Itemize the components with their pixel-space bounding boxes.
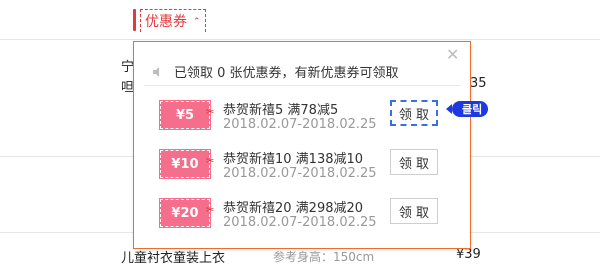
coupon-item: ¥5 ✂ 恭贺新禧5 满78减5 2018.02.07-2018.02.25 领… — [160, 97, 460, 141]
claim-button[interactable]: 领 取 — [390, 198, 438, 224]
popup-divider — [144, 85, 460, 86]
coupon-amount-tag: ¥5 — [160, 101, 210, 129]
coupon-title: 恭贺新禧10 满138减10 — [223, 152, 364, 167]
scissors-icon: ✂ — [206, 156, 215, 167]
bg-divider-top — [0, 39, 600, 40]
coupon-trigger[interactable]: 优惠券 ⌃ — [133, 8, 206, 32]
click-badge: 클릭 — [445, 101, 489, 117]
bg-product-height: 参考身高：150cm — [273, 250, 375, 264]
chevron-up-icon: ⌃ — [193, 16, 201, 27]
bg-product-name[interactable]: 儿童衬衣童装上衣 — [121, 247, 225, 266]
coupon-popup: ✕ 已领取 0 张优惠券，有新优惠券可领取 ¥5 ✂ 恭贺新禧5 满78减5 2… — [133, 41, 471, 249]
claim-button[interactable]: 领 取 — [390, 149, 438, 175]
coupon-dates: 2018.02.07-2018.02.25 — [223, 215, 377, 230]
coupon-dates: 2018.02.07-2018.02.25 — [223, 166, 377, 181]
coupon-dropdown-button[interactable]: 优惠券 ⌃ — [140, 8, 206, 32]
scissors-icon: ✂ — [206, 205, 215, 216]
coupon-item: ¥20 ✂ 恭贺新禧20 满298减20 2018.02.07-2018.02.… — [160, 195, 460, 239]
speaker-icon — [153, 66, 159, 77]
coupon-amount-tag: ¥10 — [160, 150, 210, 178]
coupon-amount-tag: ¥20 — [160, 199, 210, 227]
bg-product-price: ¥39 — [456, 247, 481, 262]
coupon-trigger-label: 优惠券 — [145, 13, 187, 30]
close-icon[interactable]: ✕ — [446, 47, 460, 63]
coupon-title: 恭贺新禧20 满298减20 — [223, 201, 364, 216]
coupon-status-text: 已领取 0 张优惠券，有新优惠券可领取 — [174, 66, 399, 81]
claim-button[interactable]: 领 取 — [390, 100, 438, 126]
coupon-title: 恭贺新禧5 满78减5 — [223, 103, 339, 118]
coupon-item: ¥10 ✂ 恭贺新禧10 满138减10 2018.02.07-2018.02.… — [160, 146, 460, 190]
scissors-icon: ✂ — [206, 107, 215, 118]
flag-marker — [133, 9, 136, 31]
coupon-dates: 2018.02.07-2018.02.25 — [223, 117, 377, 132]
coupon-status: 已领取 0 张优惠券，有新优惠券可领取 — [152, 62, 399, 81]
bg-right-price: 35 — [470, 76, 487, 91]
